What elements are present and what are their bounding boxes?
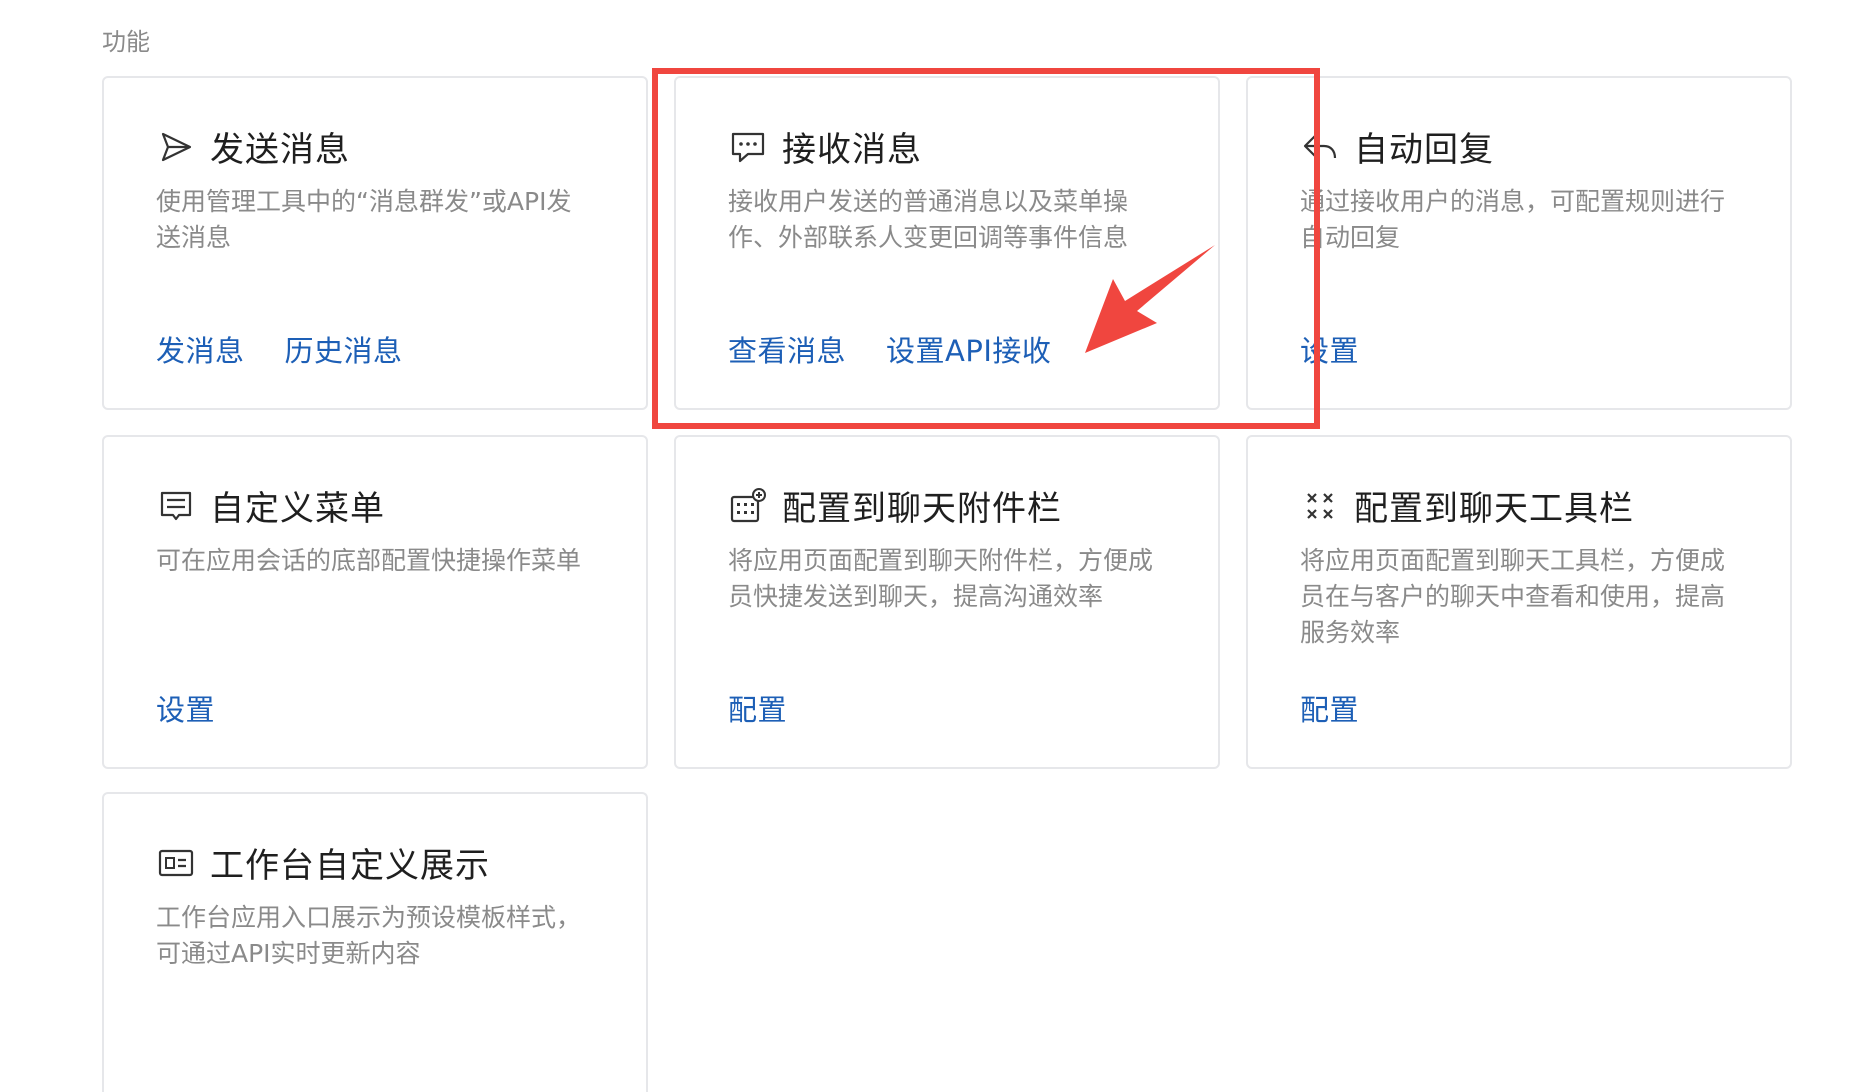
- card-workbench-display: 工作台自定义展示 工作台应用入口展示为预设模板样式，可通过API实时更新内容: [102, 792, 648, 1092]
- menu-settings-link[interactable]: 设置: [156, 687, 215, 729]
- card-title: 配置到聊天附件栏: [782, 489, 1062, 529]
- toolbar-icon: [1300, 486, 1340, 526]
- card-description: 工作台应用入口展示为预设模板样式，可通过API实时更新内容: [156, 903, 582, 968]
- section-label: 功能: [102, 28, 150, 56]
- menu-icon: [156, 486, 196, 526]
- card-title: 自动回复: [1354, 130, 1494, 170]
- card-description: 将应用页面配置到聊天附件栏，方便成员快捷发送到聊天，提高沟通效率: [728, 546, 1154, 611]
- card-send-message: 发送消息 使用管理工具中的“消息群发”或API发送消息 发消息 历史消息: [102, 76, 648, 410]
- attachment-bar-icon: [728, 486, 768, 526]
- card-custom-menu: 自定义菜单 可在应用会话的底部配置快捷操作菜单 设置: [102, 435, 648, 769]
- card-title: 接收消息: [782, 130, 922, 170]
- set-api-receive-link[interactable]: 设置API接收: [886, 328, 1051, 370]
- card-receive-message: 接收消息 接收用户发送的普通消息以及菜单操作、外部联系人变更回调等事件信息 查看…: [674, 76, 1220, 410]
- send-icon: [156, 127, 196, 167]
- workbench-card-icon: [156, 843, 196, 883]
- view-messages-link[interactable]: 查看消息: [728, 328, 846, 370]
- card-description: 将应用页面配置到聊天工具栏，方便成员在与客户的聊天中查看和使用，提高服务效率: [1300, 546, 1726, 647]
- card-description: 使用管理工具中的“消息群发”或API发送消息: [156, 187, 572, 252]
- card-chat-toolbar: 配置到聊天工具栏 将应用页面配置到聊天工具栏，方便成员在与客户的聊天中查看和使用…: [1246, 435, 1792, 769]
- auto-reply-settings-link[interactable]: 设置: [1300, 328, 1359, 370]
- card-description: 通过接收用户的消息，可配置规则进行自动回复: [1300, 187, 1726, 252]
- attachment-bar-configure-link[interactable]: 配置: [728, 687, 787, 729]
- card-description: 接收用户发送的普通消息以及菜单操作、外部联系人变更回调等事件信息: [728, 187, 1129, 252]
- card-title: 工作台自定义展示: [210, 846, 490, 886]
- send-message-link[interactable]: 发消息: [156, 328, 245, 370]
- card-title: 自定义菜单: [210, 489, 385, 529]
- card-title: 发送消息: [210, 130, 350, 170]
- card-chat-attachment-bar: 配置到聊天附件栏 将应用页面配置到聊天附件栏，方便成员快捷发送到聊天，提高沟通效…: [674, 435, 1220, 769]
- message-history-link[interactable]: 历史消息: [285, 328, 403, 370]
- card-auto-reply: 自动回复 通过接收用户的消息，可配置规则进行自动回复 设置: [1246, 76, 1792, 410]
- toolbar-configure-link[interactable]: 配置: [1300, 687, 1359, 729]
- chat-bubble-icon: [728, 127, 768, 167]
- reply-icon: [1300, 127, 1340, 167]
- card-description: 可在应用会话的底部配置快捷操作菜单: [156, 546, 582, 575]
- card-title: 配置到聊天工具栏: [1354, 489, 1634, 529]
